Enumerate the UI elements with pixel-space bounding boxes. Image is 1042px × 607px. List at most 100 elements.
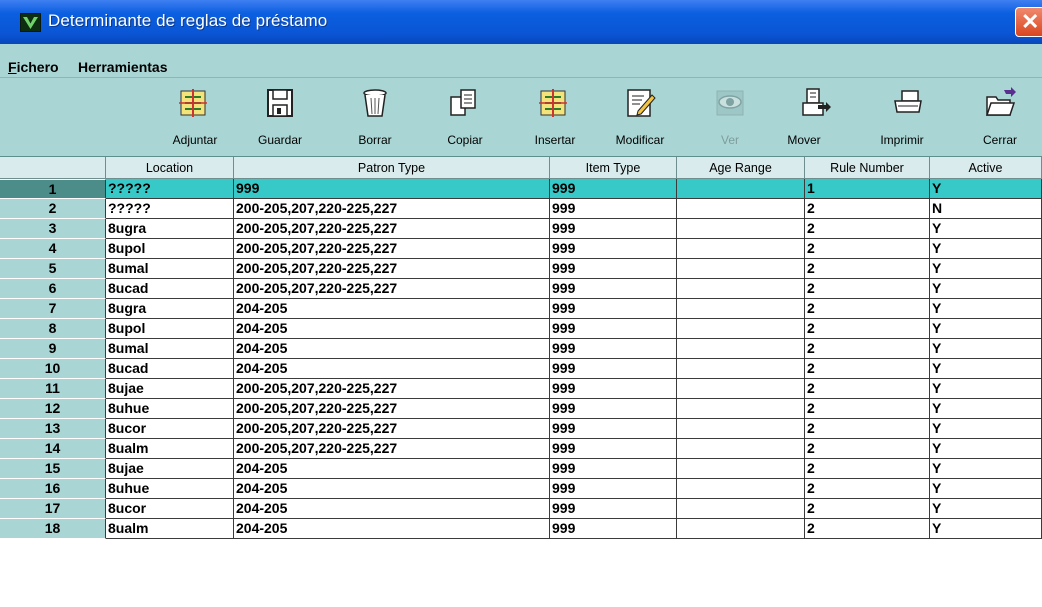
row-number[interactable]: 14 [0, 439, 106, 459]
row-number[interactable]: 8 [0, 319, 106, 339]
cell-active[interactable]: Y [930, 319, 1042, 339]
cell-rule-number[interactable]: 2 [805, 239, 930, 259]
close-window-button[interactable]: ✕ [1015, 7, 1042, 37]
cell-location[interactable]: ????? [106, 199, 234, 219]
cell-age-range[interactable] [677, 319, 805, 339]
cell-age-range[interactable] [677, 439, 805, 459]
cell-age-range[interactable] [677, 259, 805, 279]
cell-item-type[interactable]: 999 [550, 319, 677, 339]
cell-item-type[interactable]: 999 [550, 479, 677, 499]
menu-fichero[interactable]: Fichero [8, 59, 59, 75]
cell-rule-number[interactable]: 2 [805, 279, 930, 299]
cell-patron-type[interactable]: 200-205,207,220-225,227 [234, 379, 550, 399]
cell-patron-type[interactable]: 204-205 [234, 359, 550, 379]
cell-location[interactable]: 8ualm [106, 519, 234, 539]
row-number[interactable]: 5 [0, 259, 106, 279]
row-number[interactable]: 16 [0, 479, 106, 499]
column-header-active[interactable]: Active [930, 157, 1042, 179]
table-row[interactable]: 2????? 200-205,207,220-225,227 999 2 N [0, 199, 1042, 219]
cell-location[interactable]: 8upol [106, 239, 234, 259]
row-number[interactable]: 12 [0, 399, 106, 419]
cell-item-type[interactable]: 999 [550, 299, 677, 319]
cell-item-type[interactable]: 999 [550, 399, 677, 419]
cell-age-range[interactable] [677, 339, 805, 359]
cell-item-type[interactable]: 999 [550, 519, 677, 539]
cell-patron-type[interactable]: 200-205,207,220-225,227 [234, 219, 550, 239]
table-row[interactable]: 7 8ugra 204-205 999 2 Y [0, 299, 1042, 319]
cell-location[interactable]: 8ucad [106, 359, 234, 379]
cell-patron-type[interactable]: 200-205,207,220-225,227 [234, 279, 550, 299]
cell-active[interactable]: Y [930, 239, 1042, 259]
cell-patron-type[interactable]: 204-205 [234, 479, 550, 499]
cell-item-type[interactable]: 999 [550, 439, 677, 459]
attach-button[interactable]: Adjuntar [155, 78, 235, 156]
cell-patron-type[interactable]: 200-205,207,220-225,227 [234, 259, 550, 279]
cell-age-range[interactable] [677, 419, 805, 439]
cell-patron-type[interactable]: 200-205,207,220-225,227 [234, 419, 550, 439]
cell-rule-number[interactable]: 2 [805, 499, 930, 519]
cell-age-range[interactable] [677, 279, 805, 299]
cell-age-range[interactable] [677, 299, 805, 319]
row-number[interactable]: 3 [0, 219, 106, 239]
table-row[interactable]: 1????? 999 999 1 Y [0, 179, 1042, 199]
cell-rule-number[interactable]: 2 [805, 219, 930, 239]
table-row[interactable]: 12 8uhue 200-205,207,220-225,227 999 2 Y [0, 399, 1042, 419]
cell-item-type[interactable]: 999 [550, 239, 677, 259]
cell-age-range[interactable] [677, 179, 805, 199]
cell-patron-type[interactable]: 204-205 [234, 459, 550, 479]
row-number[interactable]: 6 [0, 279, 106, 299]
cell-item-type[interactable]: 999 [550, 339, 677, 359]
cell-rule-number[interactable]: 2 [805, 439, 930, 459]
cell-active[interactable]: Y [930, 279, 1042, 299]
cell-rule-number[interactable]: 2 [805, 399, 930, 419]
table-row[interactable]: 14 8ualm 200-205,207,220-225,227 999 2 Y [0, 439, 1042, 459]
cell-rule-number[interactable]: 1 [805, 179, 930, 199]
cell-location[interactable]: 8uhue [106, 479, 234, 499]
cell-age-range[interactable] [677, 239, 805, 259]
table-row[interactable]: 18 8ualm 204-205 999 2 Y [0, 519, 1042, 539]
cell-active[interactable]: Y [930, 339, 1042, 359]
cell-age-range[interactable] [677, 379, 805, 399]
row-number[interactable]: 17 [0, 499, 106, 519]
cell-active[interactable]: Y [930, 219, 1042, 239]
column-header-patron-type[interactable]: Patron Type [234, 157, 550, 179]
row-number[interactable]: 13 [0, 419, 106, 439]
title-bar[interactable]: Determinante de reglas de préstamo ✕ [0, 0, 1042, 44]
cell-age-range[interactable] [677, 479, 805, 499]
cell-rule-number[interactable]: 2 [805, 319, 930, 339]
cell-item-type[interactable]: 999 [550, 419, 677, 439]
cell-age-range[interactable] [677, 519, 805, 539]
cell-active[interactable]: Y [930, 379, 1042, 399]
column-header-location[interactable]: Location [106, 157, 234, 179]
print-button[interactable]: Imprimir [862, 78, 942, 156]
cell-patron-type[interactable]: 204-205 [234, 339, 550, 359]
row-number[interactable]: 10 [0, 359, 106, 379]
cell-patron-type[interactable]: 200-205,207,220-225,227 [234, 199, 550, 219]
cell-rule-number[interactable]: 2 [805, 339, 930, 359]
cell-rule-number[interactable]: 2 [805, 459, 930, 479]
cell-age-range[interactable] [677, 359, 805, 379]
cell-location[interactable]: 8ucad [106, 279, 234, 299]
table-row[interactable]: 6 8ucad 200-205,207,220-225,227 999 2 Y [0, 279, 1042, 299]
row-number[interactable]: 15 [0, 459, 106, 479]
cell-active[interactable]: Y [930, 439, 1042, 459]
cell-patron-type[interactable]: 204-205 [234, 499, 550, 519]
close-button[interactable]: Cerrar [968, 78, 1042, 156]
cell-location[interactable]: 8ualm [106, 439, 234, 459]
cell-active[interactable]: Y [930, 519, 1042, 539]
cell-patron-type[interactable]: 200-205,207,220-225,227 [234, 439, 550, 459]
cell-patron-type[interactable]: 999 [234, 179, 550, 199]
cell-location[interactable]: ????? [106, 179, 234, 199]
table-row[interactable]: 11 8ujae 200-205,207,220-225,227 999 2 Y [0, 379, 1042, 399]
cell-location[interactable]: 8ugra [106, 219, 234, 239]
copy-button[interactable]: Copiar [425, 78, 505, 156]
cell-active[interactable]: Y [930, 479, 1042, 499]
table-row[interactable]: 17 8ucor 204-205 999 2 Y [0, 499, 1042, 519]
cell-item-type[interactable]: 999 [550, 219, 677, 239]
table-row[interactable]: 4 8upol 200-205,207,220-225,227 999 2 Y [0, 239, 1042, 259]
cell-location[interactable]: 8umal [106, 339, 234, 359]
row-number[interactable]: 1 [0, 179, 106, 199]
cell-active[interactable]: Y [930, 399, 1042, 419]
row-number[interactable]: 11 [0, 379, 106, 399]
cell-item-type[interactable]: 999 [550, 499, 677, 519]
